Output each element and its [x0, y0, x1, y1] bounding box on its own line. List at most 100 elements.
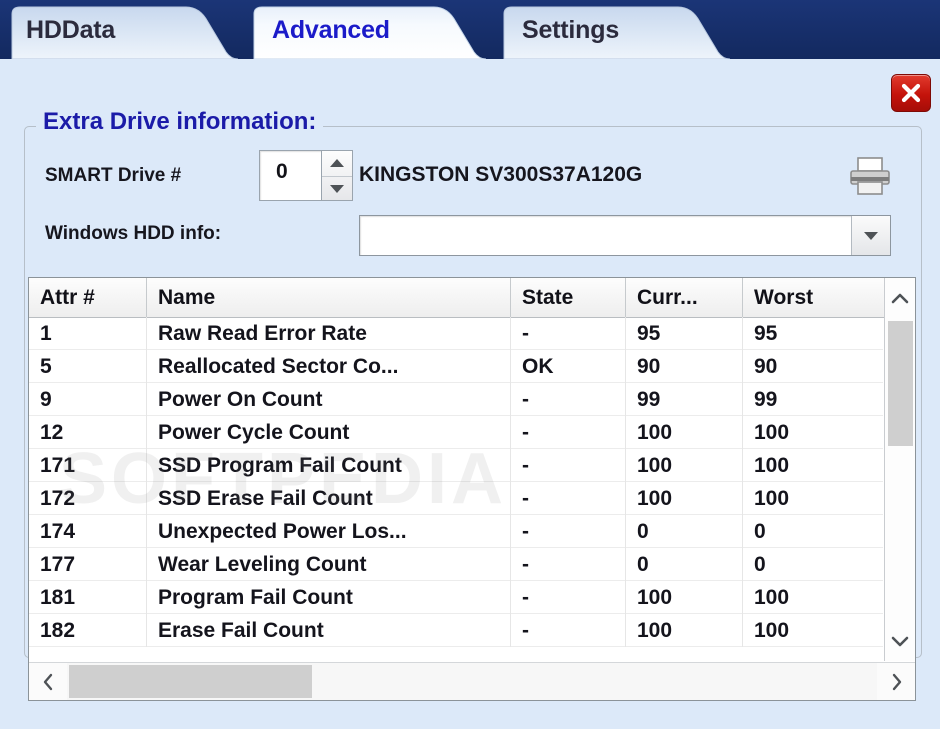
cell-state: - — [511, 317, 626, 350]
vertical-scroll-thumb[interactable] — [888, 321, 913, 446]
cell-name: SSD Erase Fail Count — [147, 482, 511, 515]
column-header-label: Worst — [754, 285, 814, 309]
cell-attr: 1 — [29, 317, 147, 350]
column-header-label: Attr # — [40, 285, 95, 309]
tab-settings-label: Settings — [522, 16, 620, 44]
stepper-buttons — [321, 151, 352, 200]
column-header-label: State — [522, 285, 574, 309]
cell-worst: 100 — [754, 420, 790, 444]
cell-state: - — [511, 515, 626, 548]
cell-worst: 90 — [754, 354, 778, 378]
cell-attr: 12 — [29, 416, 147, 449]
spinner-down-icon — [330, 184, 344, 193]
column-header-worst[interactable]: Worst — [743, 278, 883, 317]
stepper-down-button[interactable] — [322, 177, 352, 202]
table-row[interactable]: 9 Power On Count -99 99 — [29, 383, 883, 416]
cell-worst: 95 — [754, 321, 778, 345]
tab-settings[interactable]: Settings — [500, 6, 744, 59]
windows-hdd-info-select[interactable] — [359, 215, 891, 256]
chevron-down-icon — [891, 636, 909, 646]
tab-strip: HDData Advanced Settings — [0, 0, 940, 59]
cell-name: Wear Leveling Count — [147, 548, 511, 581]
table-row[interactable]: 182 Erase Fail Count -100 100 — [29, 614, 883, 647]
smart-attributes-table: SOFTPEDIA Attr # Name State Curr... Worst 1R… — [28, 277, 916, 701]
table-row[interactable]: 172 SSD Erase Fail Count -100 100 — [29, 482, 883, 515]
cell-name: SSD Program Fail Count — [147, 449, 511, 482]
stepper-up-button[interactable] — [322, 151, 352, 177]
cell-name: Power Cycle Count — [147, 416, 511, 449]
column-header-attr[interactable]: Attr # — [29, 278, 147, 317]
cell-name: Program Fail Count — [147, 581, 511, 614]
cell-name: Unexpected Power Los... — [147, 515, 511, 548]
table-row[interactable]: 1 Raw Read Error Rate -95 95 — [29, 317, 883, 350]
scroll-left-button[interactable] — [29, 663, 67, 700]
horizontal-scroll-thumb[interactable] — [69, 665, 312, 698]
cell-attr: 171 — [29, 449, 147, 482]
table-header-row: Attr # Name State Curr... Worst — [29, 278, 915, 318]
cell-worst: 100 — [754, 585, 790, 609]
close-button[interactable] — [891, 74, 931, 112]
column-header-name[interactable]: Name — [147, 278, 511, 317]
scroll-up-button[interactable] — [885, 278, 915, 318]
cell-curr: 90 — [626, 350, 743, 383]
column-header-label: Curr... — [637, 285, 698, 309]
cell-state: OK — [511, 350, 626, 383]
tab-hddata-label: HDData — [26, 16, 116, 44]
spinner-up-icon — [330, 159, 344, 168]
column-header-curr[interactable]: Curr... — [626, 278, 743, 317]
cell-name: Raw Read Error Rate — [147, 317, 511, 350]
smart-drive-stepper[interactable]: 0 — [259, 150, 353, 201]
cell-worst: 100 — [754, 618, 790, 642]
cell-worst: 0 — [754, 519, 766, 543]
print-button[interactable] — [845, 155, 895, 197]
cell-worst: 99 — [754, 387, 778, 411]
vertical-scrollbar[interactable] — [884, 278, 915, 661]
cell-name: Reallocated Sector Co... — [147, 350, 511, 383]
column-header-state[interactable]: State — [511, 278, 626, 317]
column-header-label: Name — [158, 285, 216, 309]
chevron-right-icon — [892, 673, 901, 690]
cell-curr: 0 — [626, 515, 743, 548]
cell-state: - — [511, 482, 626, 515]
cell-curr: 99 — [626, 383, 743, 416]
cell-state: - — [511, 614, 626, 647]
scroll-down-button[interactable] — [885, 621, 915, 661]
table-row[interactable]: 174 Unexpected Power Los... -0 0 — [29, 515, 883, 548]
chevron-left-icon — [43, 673, 52, 690]
table-row[interactable]: 177 Wear Leveling Count -0 0 — [29, 548, 883, 581]
cell-state: - — [511, 383, 626, 416]
printer-icon — [850, 157, 890, 195]
cell-state: - — [511, 449, 626, 482]
table-row[interactable]: 181 Program Fail Count -100 100 — [29, 581, 883, 614]
cell-attr: 172 — [29, 482, 147, 515]
cell-state: - — [511, 416, 626, 449]
scroll-right-button[interactable] — [877, 663, 915, 700]
chevron-up-icon — [891, 293, 909, 303]
close-icon — [901, 83, 921, 103]
cell-curr: 100 — [626, 416, 743, 449]
cell-state: - — [511, 581, 626, 614]
cell-curr: 100 — [626, 482, 743, 515]
cell-curr: 100 — [626, 449, 743, 482]
combo-arrow-button[interactable] — [851, 216, 890, 255]
cell-attr: 9 — [29, 383, 147, 416]
cell-state: - — [511, 548, 626, 581]
tab-advanced-label: Advanced — [272, 16, 390, 44]
table-row[interactable]: 5 Reallocated Sector Co... OK 90 90 — [29, 350, 883, 383]
cell-name: Erase Fail Count — [147, 614, 511, 647]
drive-model-text: KINGSTON SV300S37A120G — [359, 163, 643, 186]
tab-hddata[interactable]: HDData — [4, 6, 248, 59]
windows-hdd-info-label: Windows HDD info: — [45, 223, 222, 244]
horizontal-scrollbar[interactable] — [29, 662, 915, 700]
group-title: Extra Drive information: — [36, 108, 324, 136]
cell-curr: 100 — [626, 581, 743, 614]
smart-drive-value: 0 — [276, 160, 288, 183]
cell-attr: 177 — [29, 548, 147, 581]
smart-drive-label: SMART Drive # — [45, 165, 182, 186]
cell-curr: 100 — [626, 614, 743, 647]
tab-advanced[interactable]: Advanced — [250, 6, 498, 59]
table-row[interactable]: 171 SSD Program Fail Count -100 100 — [29, 449, 883, 482]
chevron-down-icon — [864, 231, 878, 240]
cell-worst: 0 — [754, 552, 766, 576]
table-row[interactable]: 12 Power Cycle Count -100 100 — [29, 416, 883, 449]
